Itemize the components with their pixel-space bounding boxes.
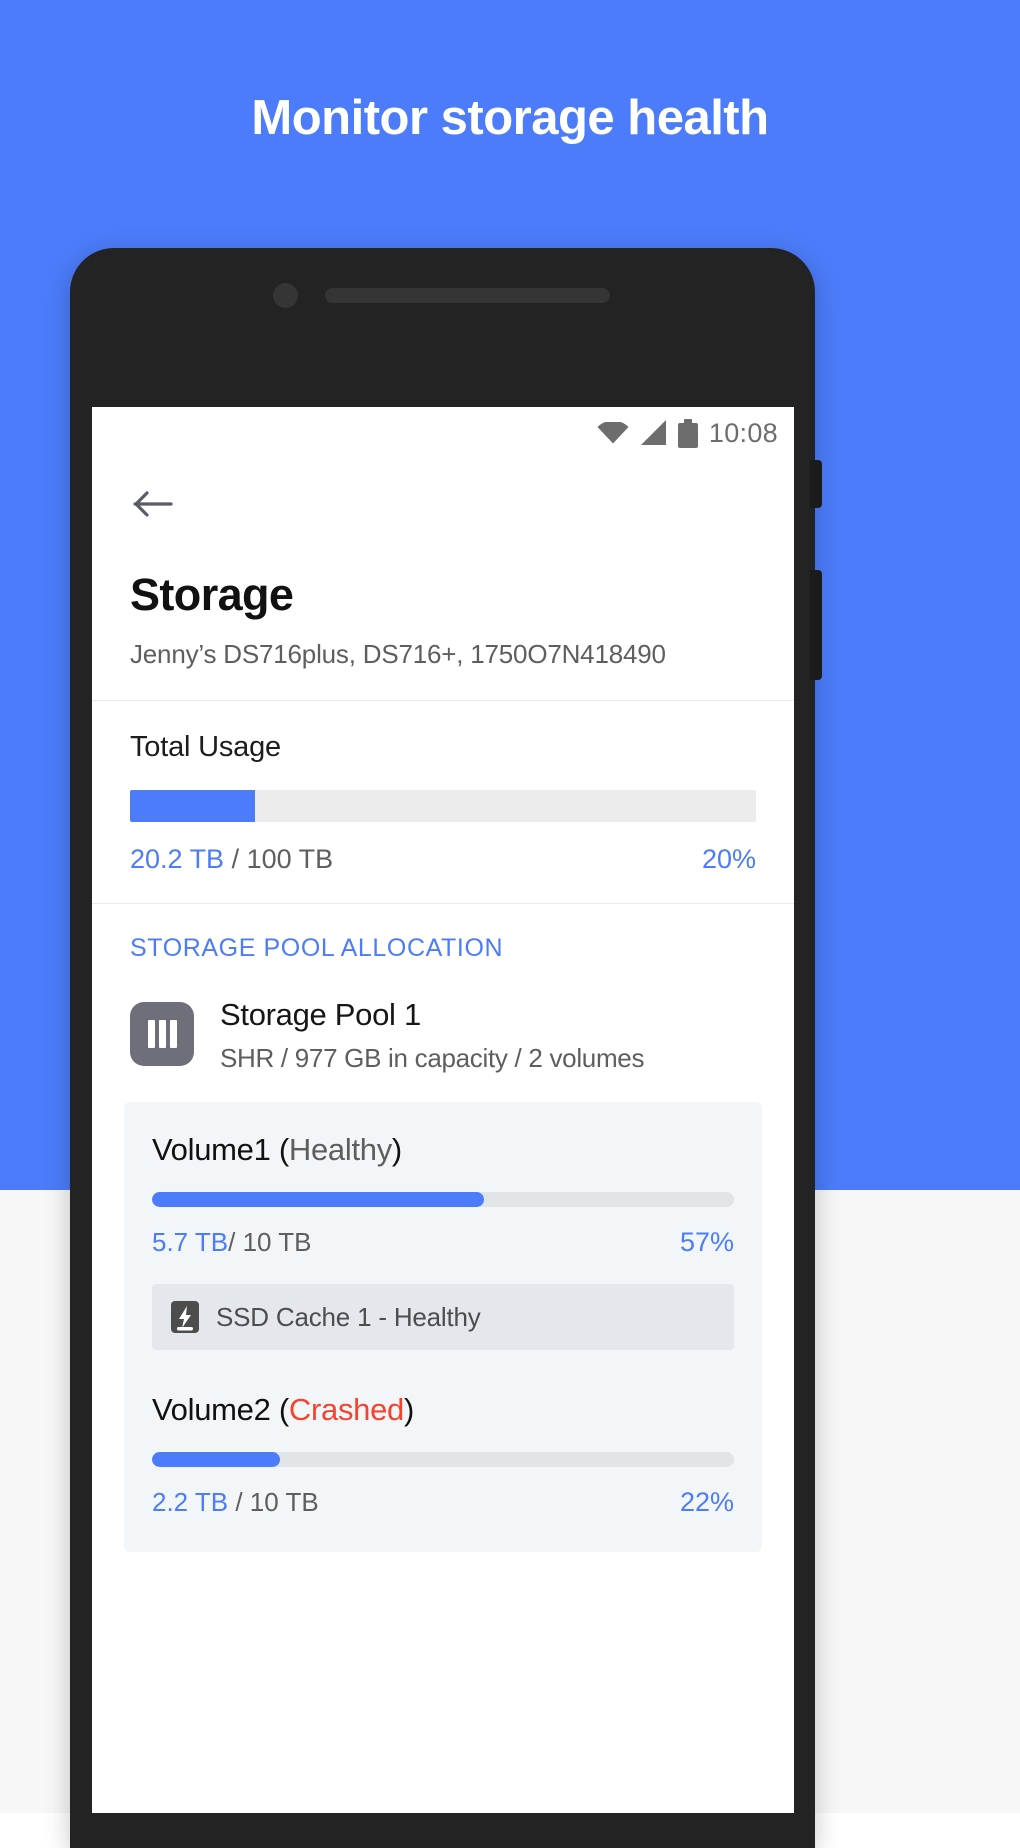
volume-values: 5.7 TB/ 10 TB 57%	[152, 1227, 734, 1258]
phone-screen: 10:08 Storage Jenny’s DS716plus, DS716+,…	[92, 407, 794, 1813]
phone-camera-icon	[273, 283, 298, 308]
page-header: Storage Jenny’s DS716plus, DS716+, 1750O…	[92, 459, 794, 701]
volume-status-close: )	[391, 1132, 402, 1167]
volume-percent: 57%	[679, 1227, 734, 1257]
volume-card: Volume1 (Healthy) 5.7 TB/ 10 TB 57% SSD …	[124, 1102, 762, 1552]
total-usage-values: 20.2 TB / 100 TB 20%	[130, 844, 756, 875]
status-bar: 10:08	[92, 407, 794, 459]
total-usage-used: 20.2 TB	[130, 844, 225, 874]
list-item[interactable]: Volume1 (Healthy) 5.7 TB/ 10 TB 57% SSD …	[152, 1132, 734, 1350]
volume-status-open: (	[278, 1392, 289, 1427]
total-usage-section: Total Usage 20.2 TB / 100 TB 20%	[92, 701, 794, 904]
status-badge: Crashed	[288, 1392, 404, 1427]
cellular-signal-icon	[640, 420, 667, 446]
ssd-cache-label: SSD Cache 1 - Healthy	[216, 1301, 481, 1332]
storage-pool-name: Storage Pool 1	[220, 997, 421, 1032]
wifi-icon	[597, 422, 629, 444]
total-usage-label: Total Usage	[130, 731, 281, 763]
volume-percent: 22%	[679, 1487, 734, 1517]
volume-title: Volume1 (Healthy)	[152, 1132, 734, 1168]
volume-progress-fill	[152, 1452, 281, 1467]
battery-icon	[677, 418, 698, 448]
device-subtitle: Jenny’s DS716plus, DS716+, 1750O7N418490	[130, 639, 666, 669]
volume-values: 2.2 TB / 10 TB 22%	[152, 1487, 734, 1518]
volume-used: 2.2 TB	[152, 1487, 229, 1517]
volume-name: Volume1	[152, 1132, 271, 1167]
total-usage-progress-fill	[130, 790, 256, 822]
storage-pool-section-label: STORAGE POOL ALLOCATION	[130, 934, 504, 962]
volume-status-close: )	[403, 1392, 415, 1427]
hero-headline: Monitor storage health	[251, 91, 769, 145]
volume-progress-track	[152, 1452, 734, 1467]
status-badge: Healthy	[288, 1132, 392, 1167]
volume-divider-space	[152, 1350, 734, 1392]
list-item[interactable]: Volume2 (Crashed) 2.2 TB / 10 TB 22%	[152, 1392, 734, 1518]
total-usage-progress-track	[130, 790, 756, 822]
storage-pool-meta: SHR / 977 GB in capacity / 2 volumes	[220, 1043, 645, 1073]
volume-status-open: (	[278, 1132, 289, 1167]
volume-progress-track	[152, 1192, 734, 1207]
volume-title: Volume2 (Crashed)	[152, 1392, 734, 1428]
ssd-cache-chip[interactable]: SSD Cache 1 - Healthy	[152, 1284, 734, 1350]
volume-name: Volume2	[152, 1392, 271, 1427]
volume-progress-fill	[152, 1192, 484, 1207]
volume-used: 5.7 TB	[152, 1227, 229, 1257]
volume-capacity: / 10 TB	[228, 1227, 312, 1257]
ssd-cache-icon	[170, 1300, 200, 1334]
phone-volume-button	[810, 460, 822, 508]
status-bar-clock: 10:08	[708, 417, 778, 448]
page-title: Storage	[130, 569, 294, 620]
phone-speaker-grille	[325, 288, 610, 303]
total-usage-percent: 20%	[701, 844, 756, 874]
storage-pool-row[interactable]: Storage Pool 1 SHR / 977 GB in capacity …	[92, 969, 794, 1074]
volume-capacity: / 10 TB	[235, 1487, 319, 1517]
total-usage-capacity: / 100 TB	[231, 844, 334, 874]
phone-power-button	[810, 570, 822, 680]
disk-bay-icon	[130, 1002, 194, 1066]
back-arrow-icon[interactable]	[130, 481, 176, 527]
